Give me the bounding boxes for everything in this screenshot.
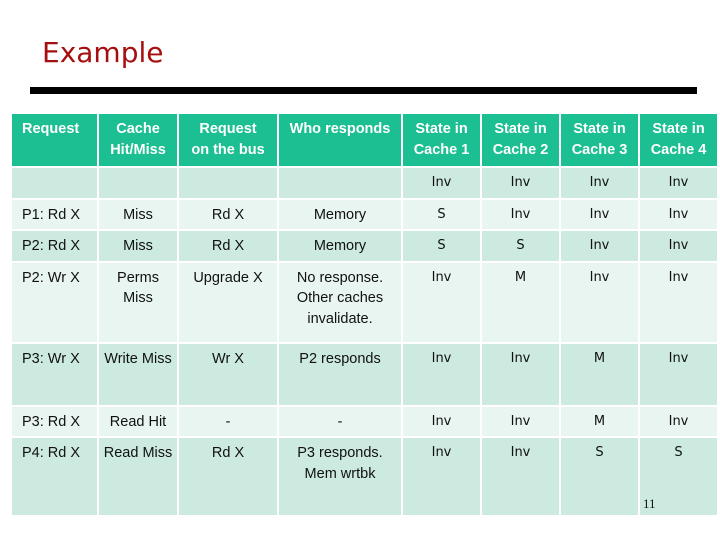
cell-state-cache-2: Inv xyxy=(482,406,559,436)
cell-who-responds xyxy=(279,168,401,198)
cell-state-cache-4: Inv xyxy=(640,343,717,405)
cell-request: P3: Rd X xyxy=(12,406,97,436)
cell-state-cache-3: M xyxy=(561,343,638,405)
cell-who-responds: Memory xyxy=(279,199,401,229)
cell-state-cache-1: Inv xyxy=(403,438,480,515)
title-underline-divider xyxy=(30,87,697,94)
header-request: Request xyxy=(12,114,97,166)
cell-state-cache-3: Inv xyxy=(561,262,638,342)
cell-state-cache-1: Inv xyxy=(403,168,480,198)
table-row: Inv Inv Inv Inv xyxy=(12,168,717,198)
cell-state-cache-1: Inv xyxy=(403,406,480,436)
cell-state-cache-2: Inv xyxy=(482,199,559,229)
cell-bus-request: Rd X xyxy=(179,199,277,229)
table-row: P2: Rd X Miss Rd X Memory S S Inv Inv xyxy=(12,231,717,261)
cell-state-cache-3: Inv xyxy=(561,168,638,198)
table-row: P2: Wr X Perms Miss Upgrade X No response. … xyxy=(12,262,717,342)
cell-bus-request xyxy=(179,168,277,198)
cell-state-cache-4: Inv xyxy=(640,406,717,436)
header-row: Request Cache Hit/Miss Request on the bus … xyxy=(12,114,717,166)
cache-coherence-table: Request Cache Hit/Miss Request on the bus … xyxy=(10,112,719,517)
cell-state-cache-2: Inv xyxy=(482,343,559,405)
cell-state-cache-2: Inv xyxy=(482,168,559,198)
cell-request: P3: Wr X xyxy=(12,343,97,405)
cell-hit-miss: Miss xyxy=(99,199,177,229)
header-state-cache-3: State in Cache 3 xyxy=(561,114,638,166)
header-state-cache-1: State in Cache 1 xyxy=(403,114,480,166)
cell-state-cache-1: Inv xyxy=(403,262,480,342)
cell-state-cache-1: Inv xyxy=(403,343,480,405)
cell-state-cache-4: Inv xyxy=(640,168,717,198)
cell-state-cache-1: S xyxy=(403,199,480,229)
table-row: P3: Wr X Write Miss Wr X P2 responds Inv Inv M… xyxy=(12,343,717,405)
cell-hit-miss: Miss xyxy=(99,231,177,261)
cell-state-cache-3: Inv xyxy=(561,199,638,229)
cell-state-cache-4: Inv xyxy=(640,231,717,261)
header-state-cache-4: State in Cache 4 xyxy=(640,114,717,166)
cell-state-cache-3: M xyxy=(561,406,638,436)
cell-state-cache-4: Inv xyxy=(640,199,717,229)
header-state-cache-2: State in Cache 2 xyxy=(482,114,559,166)
cell-bus-request: Rd X xyxy=(179,231,277,261)
header-cache-hit-miss: Cache Hit/Miss xyxy=(99,114,177,166)
cell-state-cache-2: M xyxy=(482,262,559,342)
table-row: P4: Rd X Read Miss Rd X P3 responds. Mem wr… xyxy=(12,438,717,515)
slide-title: Example xyxy=(42,36,164,69)
table-row: P1: Rd X Miss Rd X Memory S Inv Inv Inv xyxy=(12,199,717,229)
cell-state-cache-4: Inv xyxy=(640,262,717,342)
cell-hit-miss: Perms Miss xyxy=(99,262,177,342)
cell-who-responds: P3 responds. Mem wrtbk xyxy=(279,438,401,515)
cell-bus-request: Upgrade X xyxy=(179,262,277,342)
header-request-on-bus: Request on the bus xyxy=(179,114,277,166)
cell-bus-request: - xyxy=(179,406,277,436)
cell-state-cache-3: S xyxy=(561,438,638,515)
cell-state-cache-2: Inv xyxy=(482,438,559,515)
cell-state-cache-2: S xyxy=(482,231,559,261)
cell-who-responds: No response. Other caches invalidate. xyxy=(279,262,401,342)
cell-state-cache-1: S xyxy=(403,231,480,261)
cell-bus-request: Rd X xyxy=(179,438,277,515)
cell-request: P2: Rd X xyxy=(12,231,97,261)
cell-who-responds: - xyxy=(279,406,401,436)
cell-who-responds: P2 responds xyxy=(279,343,401,405)
cell-request: P4: Rd X xyxy=(12,438,97,515)
cell-state-cache-3: Inv xyxy=(561,231,638,261)
cell-request: P2: Wr X xyxy=(12,262,97,342)
cell-hit-miss: Read Hit xyxy=(99,406,177,436)
header-who-responds: Who responds xyxy=(279,114,401,166)
cell-who-responds: Memory xyxy=(279,231,401,261)
cell-hit-miss: Write Miss xyxy=(99,343,177,405)
cell-hit-miss: Read Miss xyxy=(99,438,177,515)
page-number: 11 xyxy=(643,496,656,511)
cell-request xyxy=(12,168,97,198)
cell-hit-miss xyxy=(99,168,177,198)
cell-bus-request: Wr X xyxy=(179,343,277,405)
table-row: P3: Rd X Read Hit - - Inv Inv M Inv xyxy=(12,406,717,436)
cell-request: P1: Rd X xyxy=(12,199,97,229)
